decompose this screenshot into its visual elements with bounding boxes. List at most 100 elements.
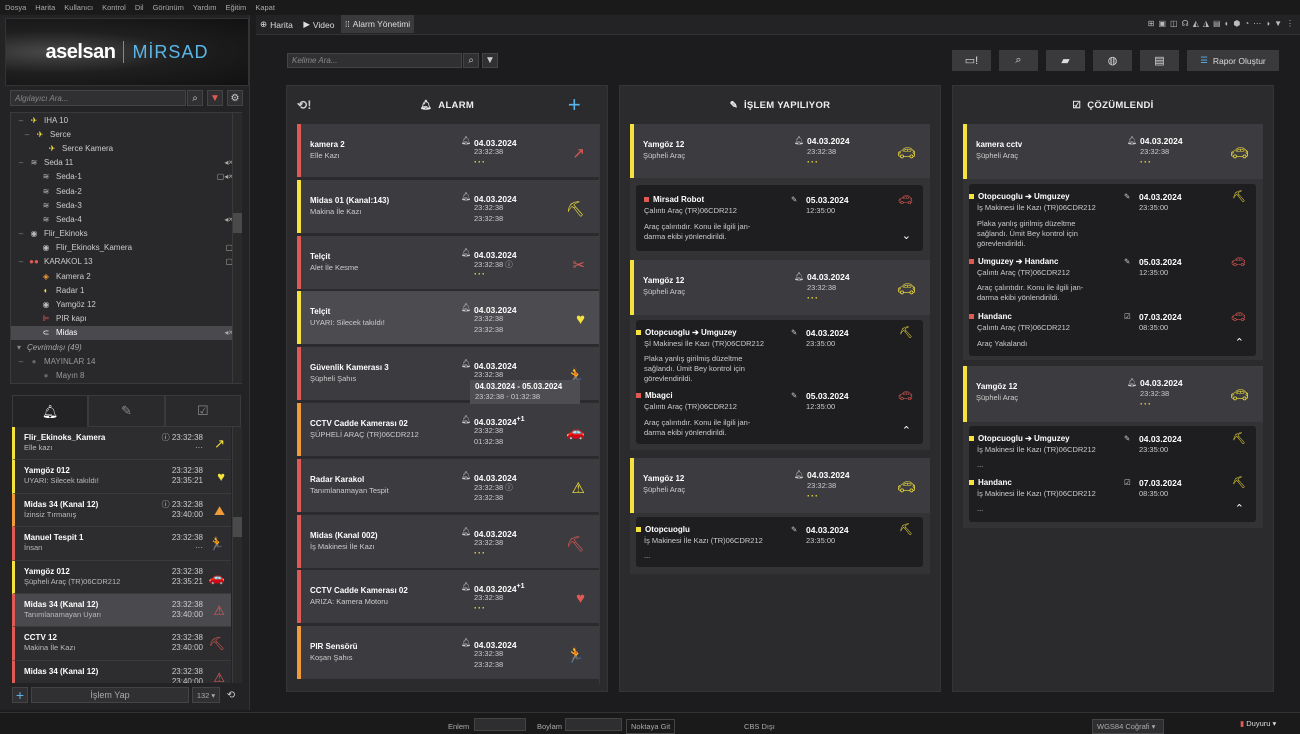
menu-item[interactable]: Dosya [5, 3, 26, 12]
expand-icon[interactable]: – [17, 116, 25, 125]
alarm-screen-icon[interactable]: ▭! [952, 50, 991, 71]
list-item[interactable]: Yamgöz 012 UYARI: Silecek takıldı! 23:32:3… [12, 460, 231, 494]
process-card-3[interactable]: Yamgöz 12 Şüpheli Araç 🔔︎ 04.03.2024 23:… [630, 458, 930, 513]
search-icon[interactable]: ⌕ [187, 90, 203, 106]
list-item[interactable]: Manuel Tespit 1 İnsan 23:32:38 ··· 🏃 [12, 527, 231, 561]
filter-icon[interactable]: ▼ [207, 90, 223, 106]
menu-item[interactable]: Görünüm [153, 3, 184, 12]
tree-item[interactable]: ⊂ Midas ◂× [11, 325, 241, 340]
longitude-input[interactable] [565, 718, 622, 731]
folder-icon[interactable]: ▰ [1046, 50, 1085, 71]
tree-item[interactable]: – ● MAYINLAR 14 [11, 354, 241, 368]
chevron-up-icon[interactable]: ⌃ [1235, 336, 1244, 349]
tab-in-progress[interactable]: ✎ [88, 395, 165, 427]
tree-item[interactable]: – ✈ Serce [11, 127, 241, 141]
tool-icon[interactable]: ▤ [1213, 19, 1221, 28]
expand-icon[interactable]: – [23, 130, 31, 139]
menu-item[interactable]: Harita [35, 3, 55, 12]
document-icon[interactable]: ▤ [1140, 50, 1179, 71]
sensor-search-input[interactable]: Algılayıcı Ara... [10, 90, 186, 106]
list-item[interactable]: CCTV 12 Makina İle Kazı 23:32:38 23:40:00 ⛏ [12, 627, 231, 661]
gear-icon[interactable]: ⚙ [227, 90, 243, 106]
tree-item[interactable]: ≋ Seda-2 [11, 184, 241, 198]
menu-item[interactable]: Kapat [255, 3, 275, 12]
tree-item[interactable]: ◉ Flir_Ekinoks_Kamera ▢ [11, 241, 241, 255]
search-icon[interactable]: ⌕ [999, 50, 1038, 71]
alarm-card[interactable]: CCTV Cadde Kamerası 02 ŞÜPHELİ ARAÇ (TR)0… [297, 403, 599, 456]
add-icon[interactable]: + [12, 687, 28, 703]
tool-icon[interactable]: ◫ [1170, 19, 1178, 28]
alarm-card[interactable]: Midas (Kanal 002) İş Makinesi İle Kazı 🔔︎ 0… [297, 514, 599, 568]
tab-resolved[interactable]: ☑ [164, 395, 241, 427]
tab-alarm[interactable]: 🔔︎ [12, 395, 89, 427]
search-icon[interactable]: ⌕ [463, 53, 479, 68]
announcement-button[interactable]: ▮ Duyuru ▾ [1240, 719, 1276, 728]
menu-item[interactable]: Eğitim [225, 3, 246, 12]
alarm-card[interactable]: Telçit UYARI: Silecek takıldı! 🔔︎ 04.03.202… [297, 291, 599, 345]
action-button[interactable]: İşlem Yap [31, 687, 189, 703]
tree-scrollbar[interactable] [232, 113, 242, 383]
tab-map[interactable]: ⊕ Harita [256, 16, 297, 34]
resolved-card-1[interactable]: kamera cctv Şüpheli Araç 🔔︎ 04.03.2024 2… [963, 124, 1263, 179]
tree-item[interactable]: ≋ Seda-3 [11, 198, 241, 212]
tree-item[interactable]: ✈ Serce Kamera [11, 141, 241, 155]
count-dropdown[interactable]: 132 ▾ [192, 687, 220, 703]
menu-item[interactable]: Kullanıcı [64, 3, 93, 12]
tab-video[interactable]: ▶ Video [299, 16, 338, 34]
expand-icon[interactable]: – [17, 158, 25, 167]
tree-offline-group[interactable]: ▾ Çevrimdışı (49) [11, 340, 241, 354]
alarm-card[interactable]: Telçit Alet İle Kesme 🔔︎ 04.03.2024 23:32:38… [297, 235, 599, 289]
tool-icon[interactable]: ☊ [1182, 19, 1189, 28]
expand-icon[interactable]: – [17, 229, 25, 238]
latitude-input[interactable] [474, 718, 526, 731]
chevron-down-icon[interactable]: ⌄ [902, 229, 911, 242]
globe-icon[interactable]: ◍ [1093, 50, 1132, 71]
tree-item[interactable]: – ≋ Seda 11 ◂× [11, 156, 241, 170]
list-item[interactable]: Flir_Ekinoks_Kamera Elle kazı ⓘ 23:32:38 ··… [12, 427, 231, 461]
tab-alarm-management[interactable]: ⁞⁞ Alarm Yönetimi [340, 15, 415, 33]
list-item[interactable]: Midas 34 (Kanal 12) 23:32:38 23:40:00 ⚠ [12, 660, 231, 683]
go-to-point-button[interactable]: Noktaya Git [626, 719, 676, 734]
tool-icon[interactable]: ◭ [1193, 19, 1199, 28]
keyword-search-input[interactable]: Kelime Ara... [287, 53, 462, 68]
resolved-card-2[interactable]: Yamgöz 12 Şüpheli Araç 🔔︎ 04.03.2024 23:… [963, 366, 1263, 422]
chevron-up-icon[interactable]: ⌃ [902, 424, 911, 437]
tree-item[interactable]: ● Mayın 8 [11, 368, 241, 382]
tool-icon[interactable]: ▼ [1274, 19, 1282, 28]
alarm-card[interactable]: PIR Sensörü Koşan Şahıs 🔔︎ 04.03.2024 23:32:… [297, 626, 599, 680]
coordinate-system-dropdown[interactable]: WGS84 Coğrafi ▾ [1092, 719, 1164, 734]
tool-icon[interactable]: ◑ [1265, 19, 1270, 28]
tool-icon[interactable]: ▣ [1158, 19, 1166, 28]
chevron-up-icon[interactable]: ⌃ [1235, 502, 1244, 515]
process-card-2[interactable]: Yamgöz 12 Şüpheli Araç 🔔︎ 04.03.2024 23:… [630, 260, 930, 315]
menu-item[interactable]: Dil [135, 3, 144, 12]
tree-item[interactable]: ≋ Seda-1 ▢◂× [11, 170, 241, 184]
list-item[interactable]: Yamgöz 012 Şüpheli Araç (TR)06CDR212 23:32… [12, 560, 231, 594]
tree-item[interactable]: ≋ Seda-4 ◂× [11, 212, 241, 226]
tool-icon[interactable]: ⊞ [1148, 19, 1155, 28]
add-alarm-icon[interactable]: + [568, 92, 581, 118]
list-item[interactable]: Midas 34 (Kanal 12) Tanımlanamayan Uyarı 2… [12, 593, 231, 628]
menu-item[interactable]: Kontrol [102, 3, 126, 12]
process-card-1[interactable]: Yamgöz 12 Şüpheli Araç 🔔︎ 04.03.2024 23:… [630, 124, 930, 178]
tree-item[interactable]: ◈ Kamera 2 [11, 269, 241, 283]
tool-icon[interactable]: ⋯ [1253, 19, 1261, 28]
tool-icon[interactable]: ◮ [1203, 19, 1209, 28]
list-item[interactable]: Midas 34 (Kanal 12) İzinsiz Tırmanış ⓘ 23:… [12, 493, 231, 528]
alarm-scrollbar[interactable] [599, 124, 602, 684]
alarm-card[interactable]: Radar Karakol Tanımlanamayan Tespit 🔔︎ 04.0… [297, 458, 599, 512]
filter-icon[interactable]: ▼ [482, 53, 498, 68]
report-button[interactable]: ☰ Rapor Oluştur [1187, 50, 1279, 71]
history-alarm-icon[interactable]: ⟲! [297, 98, 312, 112]
tree-item[interactable]: – ◉ Flir_Ekinoks [11, 227, 241, 241]
alarm-card[interactable]: kamera 2 Elle Kazı 🔔︎ 04.03.2024 23:32:38 ···… [297, 124, 599, 177]
history-icon[interactable]: ⟲ [223, 687, 239, 703]
tree-item[interactable]: ⊫ PIR kapı [11, 312, 241, 326]
tool-icon[interactable]: ◔ [1244, 19, 1249, 28]
list-scrollbar[interactable] [232, 427, 242, 683]
more-icon[interactable]: ⋮ [1286, 19, 1294, 28]
tree-item[interactable]: ◐ Radar 1 [11, 283, 241, 297]
expand-icon[interactable]: – [17, 257, 25, 266]
tool-icon[interactable]: ◐ [1225, 19, 1230, 28]
tree-item[interactable]: ◉ Yamgöz 12 [11, 297, 241, 311]
